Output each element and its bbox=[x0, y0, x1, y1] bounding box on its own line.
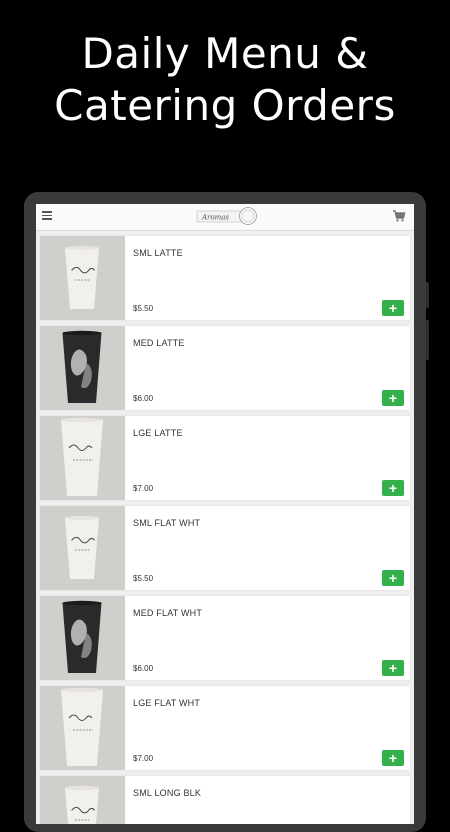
product-image bbox=[40, 506, 125, 590]
promo-headline: Daily Menu & Catering Orders bbox=[0, 28, 450, 132]
product-price: $6.00 bbox=[133, 394, 154, 403]
product-price: $5.50 bbox=[133, 574, 154, 583]
product-name: SML LATTE bbox=[133, 248, 183, 258]
product-card[interactable]: SML LATTE $5.50 + bbox=[40, 236, 410, 320]
add-to-cart-button[interactable]: + bbox=[382, 570, 404, 586]
app-bar: Aromas bbox=[36, 204, 414, 231]
product-list: SML LATTE $5.50 + MED LATTE $6.00 + LGE … bbox=[40, 236, 410, 824]
product-image bbox=[40, 776, 125, 824]
product-price: $5.50 bbox=[133, 304, 154, 313]
product-card[interactable]: SML LONG BLK bbox=[40, 776, 410, 824]
product-name: LGE LATTE bbox=[133, 428, 183, 438]
product-card[interactable]: MED LATTE $6.00 + bbox=[40, 326, 410, 410]
product-card[interactable]: MED FLAT WHT $6.00 + bbox=[40, 596, 410, 680]
hamburger-icon[interactable] bbox=[42, 211, 52, 220]
add-to-cart-button[interactable]: + bbox=[382, 390, 404, 406]
product-name: SML FLAT WHT bbox=[133, 518, 201, 528]
product-name: MED FLAT WHT bbox=[133, 608, 203, 618]
product-card[interactable]: SML FLAT WHT $5.50 + bbox=[40, 506, 410, 590]
app-screen: Aromas SML LATTE $5.50 + MED LATTE $6.00… bbox=[36, 204, 414, 824]
brand-logo: Aromas bbox=[196, 206, 258, 226]
add-to-cart-button[interactable]: + bbox=[382, 660, 404, 676]
product-image bbox=[40, 326, 125, 410]
product-image bbox=[40, 686, 125, 770]
product-card[interactable]: LGE FLAT WHT $7.00 + bbox=[40, 686, 410, 770]
tablet-side-button bbox=[426, 282, 429, 308]
product-price: $7.00 bbox=[133, 754, 154, 763]
product-name: LGE FLAT WHT bbox=[133, 698, 201, 708]
product-name: SML LONG BLK bbox=[133, 788, 202, 798]
headline-line-1: Daily Menu & bbox=[81, 29, 369, 78]
add-to-cart-button[interactable]: + bbox=[382, 300, 404, 316]
product-card[interactable]: LGE LATTE $7.00 + bbox=[40, 416, 410, 500]
add-to-cart-button[interactable]: + bbox=[382, 480, 404, 496]
product-price: $7.00 bbox=[133, 484, 154, 493]
cart-icon[interactable] bbox=[392, 209, 406, 223]
product-image bbox=[40, 236, 125, 320]
product-price: $6.00 bbox=[133, 664, 154, 673]
svg-text:Aromas: Aromas bbox=[201, 214, 229, 222]
product-image bbox=[40, 596, 125, 680]
product-image bbox=[40, 416, 125, 500]
add-to-cart-button[interactable]: + bbox=[382, 750, 404, 766]
tablet-volume-button bbox=[426, 320, 429, 360]
product-name: MED LATTE bbox=[133, 338, 185, 348]
tablet-frame: Aromas SML LATTE $5.50 + MED LATTE $6.00… bbox=[24, 192, 429, 832]
headline-line-2: Catering Orders bbox=[54, 81, 396, 130]
